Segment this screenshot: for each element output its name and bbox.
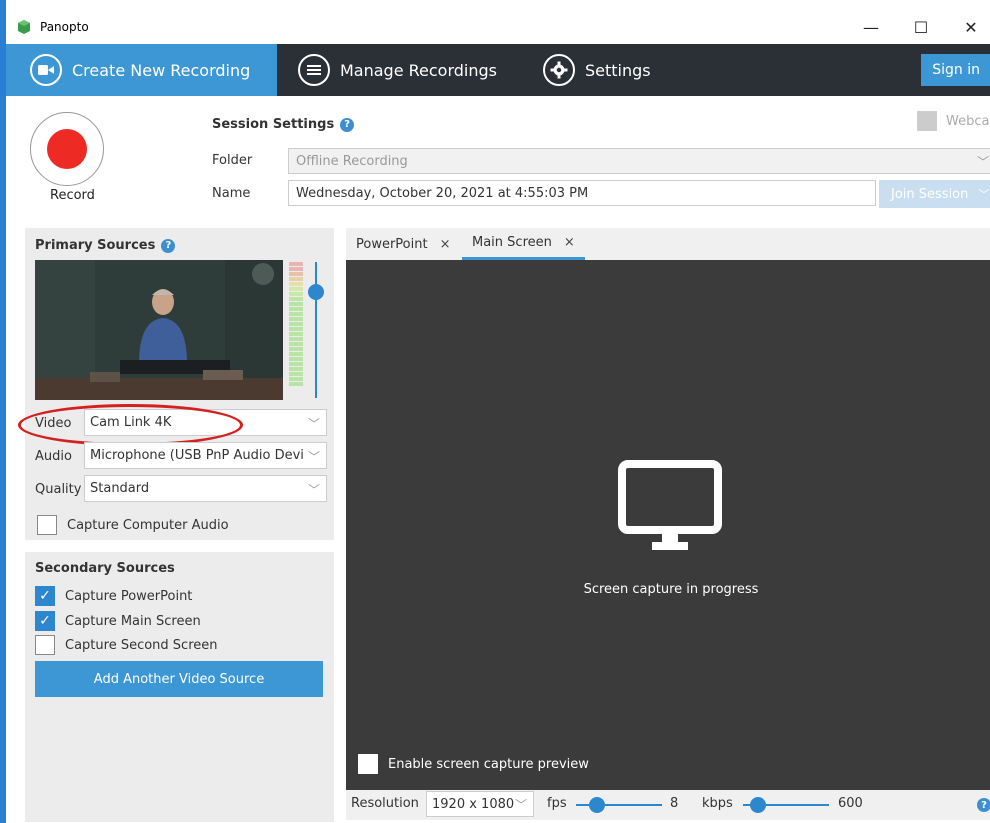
panopto-logo-icon xyxy=(18,20,30,34)
window-title: Panopto xyxy=(40,20,89,34)
record-label: Record xyxy=(50,188,95,203)
secondary-sources-heading: Secondary Sources xyxy=(35,561,175,576)
webcast-checkbox[interactable]: Webcast xyxy=(917,111,990,131)
tab-settings[interactable]: Settings xyxy=(543,44,651,96)
session-settings-label: Session Settings xyxy=(212,117,335,132)
record-button[interactable] xyxy=(30,112,104,186)
primary-sources-label: Primary Sources xyxy=(35,238,156,253)
help-icon[interactable]: ? xyxy=(977,798,990,812)
audio-source-value: Microphone (USB PnP Audio Devi xyxy=(90,448,304,463)
sign-in-button[interactable]: Sign in xyxy=(921,54,990,86)
name-label: Name xyxy=(212,186,251,201)
fps-value: 8 xyxy=(670,796,679,811)
capture-computer-audio-checkbox[interactable]: Capture Computer Audio xyxy=(37,515,229,535)
audio-source-select[interactable]: Microphone (USB PnP Audio Devi ﹀ xyxy=(84,442,327,469)
help-icon[interactable]: ? xyxy=(340,117,355,132)
folder-value: Offline Recording xyxy=(296,153,408,169)
tab-powerpoint[interactable]: PowerPoint × xyxy=(356,228,451,260)
checkmark-icon: ✓ xyxy=(35,586,55,606)
session-name-field[interactable]: Wednesday, October 20, 2021 at 4:55:03 P… xyxy=(288,180,876,206)
audio-gain-slider-track[interactable] xyxy=(315,262,317,398)
resolution-value: 1920 x 1080 xyxy=(432,796,515,812)
kbps-slider-handle[interactable] xyxy=(750,797,766,813)
enable-preview-label: Enable screen capture preview xyxy=(388,756,589,772)
add-another-video-source-button[interactable]: Add Another Video Source xyxy=(35,661,323,697)
audio-label: Audio xyxy=(35,449,72,464)
checkmark-icon: ✓ xyxy=(35,611,55,631)
chevron-down-icon: ﹀ xyxy=(514,798,527,812)
chevron-down-icon: ﹀ xyxy=(307,417,320,431)
tab-main-screen-label: Main Screen xyxy=(472,235,552,250)
kbps-label: kbps xyxy=(702,796,733,811)
tab-manage-label: Manage Recordings xyxy=(340,60,497,80)
chevron-down-icon: ﹀ xyxy=(976,155,989,169)
capture-powerpoint-label: Capture PowerPoint xyxy=(65,588,193,604)
folder-label: Folder xyxy=(212,153,253,168)
close-button[interactable]: ✕ xyxy=(946,10,990,44)
capture-settings-bar: Resolution 1920 x 1080 ﹀ fps 8 kbps 600 … xyxy=(346,790,990,820)
close-icon[interactable]: × xyxy=(564,235,575,250)
source-tabs: PowerPoint × Main Screen × xyxy=(346,228,990,260)
maximize-button[interactable]: ☐ xyxy=(896,10,946,44)
checkbox-box xyxy=(35,635,55,655)
monitor-icon xyxy=(618,460,722,550)
session-settings-heading: Session Settings ? xyxy=(212,117,355,132)
panopto-window: Panopto — ☐ ✕ Create New Recording Manag… xyxy=(0,0,990,823)
quality-label: Quality xyxy=(35,482,82,497)
tab-settings-label: Settings xyxy=(585,60,651,80)
resolution-label: Resolution xyxy=(351,796,419,811)
help-icon[interactable]: ? xyxy=(161,238,176,253)
checkbox-box xyxy=(358,754,378,774)
chevron-down-icon: ﹀ xyxy=(307,483,320,497)
capture-second-screen-checkbox[interactable]: Capture Second Screen xyxy=(35,635,218,655)
capture-main-screen-label: Capture Main Screen xyxy=(65,613,201,629)
webcast-label: Webcast xyxy=(946,113,990,129)
list-icon xyxy=(298,54,330,86)
fps-slider-handle[interactable] xyxy=(589,797,605,813)
session-name-value: Wednesday, October 20, 2021 at 4:55:03 P… xyxy=(296,185,589,201)
tab-powerpoint-label: PowerPoint xyxy=(356,236,428,252)
primary-sources-heading: Primary Sources ? xyxy=(35,238,176,253)
tab-create-label: Create New Recording xyxy=(72,60,251,80)
close-icon[interactable]: × xyxy=(440,237,451,252)
screen-preview-area: Screen capture in progress Enable screen… xyxy=(346,260,990,790)
chevron-down-icon: ﹀ xyxy=(978,188,990,201)
screen-capture-status: Screen capture in progress xyxy=(583,582,759,597)
minimize-button[interactable]: — xyxy=(846,10,896,44)
fps-label: fps xyxy=(547,796,567,811)
quality-value: Standard xyxy=(90,481,150,496)
capture-computer-audio-label: Capture Computer Audio xyxy=(67,517,229,533)
tab-main-screen[interactable]: Main Screen × xyxy=(462,228,585,260)
join-session-button[interactable]: Join Session ﹀ xyxy=(879,180,990,208)
title-bar: Panopto — ☐ ✕ xyxy=(6,10,990,44)
tab-create-new-recording[interactable]: Create New Recording xyxy=(6,44,277,96)
kbps-value: 600 xyxy=(838,796,863,811)
audio-level-meter xyxy=(289,262,303,398)
capture-main-screen-checkbox[interactable]: ✓ Capture Main Screen xyxy=(35,611,201,631)
video-camera-icon xyxy=(30,54,62,86)
quality-select[interactable]: Standard ﹀ xyxy=(84,475,327,502)
video-preview xyxy=(35,260,283,400)
main-nav: Create New Recording Manage Recordings S… xyxy=(6,44,990,96)
capture-second-screen-label: Capture Second Screen xyxy=(65,637,218,653)
presenter-image xyxy=(35,260,283,400)
audio-gain-slider-handle[interactable] xyxy=(308,284,324,300)
video-highlight-annotation xyxy=(18,404,243,446)
join-session-label: Join Session xyxy=(891,186,969,202)
tab-manage-recordings[interactable]: Manage Recordings xyxy=(298,44,497,96)
capture-powerpoint-checkbox[interactable]: ✓ Capture PowerPoint xyxy=(35,586,192,606)
record-dot-icon xyxy=(47,129,87,169)
folder-select[interactable]: Offline Recording ﹀ xyxy=(288,148,990,174)
resolution-select[interactable]: 1920 x 1080 ﹀ xyxy=(426,791,534,817)
gear-icon xyxy=(543,54,575,86)
enable-preview-checkbox[interactable]: Enable screen capture preview xyxy=(358,754,589,774)
checkbox-box xyxy=(37,515,57,535)
chevron-down-icon: ﹀ xyxy=(307,450,320,464)
webcast-checkbox-box xyxy=(917,111,937,131)
